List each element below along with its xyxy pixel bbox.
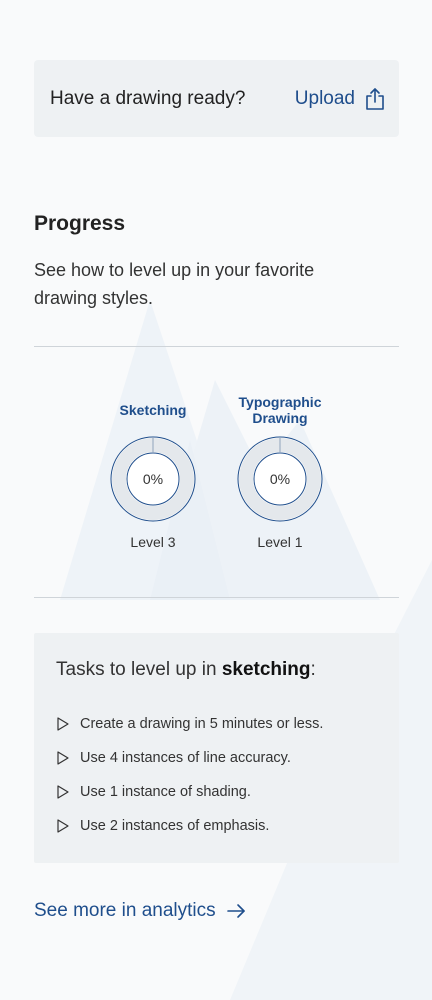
task-text: Use 1 instance of shading. — [80, 784, 251, 800]
task-item: Use 4 instances of line accuracy. — [56, 741, 377, 775]
triangle-play-icon — [57, 751, 69, 765]
analytics-link-label: See more in analytics — [34, 900, 216, 921]
progress-title: Progress — [34, 212, 126, 235]
task-text: Create a drawing in 5 minutes or less. — [80, 716, 324, 732]
upload-prompt: Have a drawing ready? — [50, 87, 246, 109]
triangle-play-icon — [57, 819, 69, 833]
skill-name: Typographic Drawing — [238, 394, 322, 426]
upload-card: Have a drawing ready? Upload — [34, 60, 399, 137]
task-item: Create a drawing in 5 minutes or less. — [56, 707, 377, 741]
task-item: Use 1 instance of shading. — [56, 775, 377, 809]
upload-label: Upload — [294, 87, 355, 109]
arrow-right-icon — [226, 904, 245, 918]
skill-percent: 0% — [270, 471, 290, 487]
skill-name: Sketching — [119, 402, 187, 418]
skill-sketching[interactable]: Sketching 0% Level 3 — [88, 402, 218, 550]
share-upload-icon — [366, 87, 384, 110]
tasks-heading: Tasks to level up in sketching: — [56, 659, 377, 681]
upload-button[interactable]: Upload — [295, 87, 385, 111]
tasks-heading-prefix: Tasks to level up in — [56, 659, 222, 680]
progress-ring: 0% — [110, 436, 196, 522]
tasks-card: Tasks to level up in sketching: Create a… — [34, 633, 399, 863]
task-text: Use 2 instances of emphasis. — [80, 818, 270, 834]
analytics-link[interactable]: See more in analytics — [34, 900, 246, 922]
triangle-play-icon — [57, 717, 69, 731]
skill-percent: 0% — [143, 471, 163, 487]
skill-typographic-drawing[interactable]: Typographic Drawing 0% Level 1 — [215, 394, 345, 550]
tasks-heading-skill: sketching — [221, 659, 311, 680]
skill-level: Level 1 — [257, 534, 303, 550]
progress-description: See how to level up in your favorite dra… — [34, 260, 315, 308]
divider-bottom — [34, 597, 399, 598]
divider-top — [34, 346, 399, 347]
progress-ring: 0% — [237, 436, 323, 522]
tasks-heading-suffix: : — [310, 659, 316, 680]
task-item: Use 2 instances of emphasis. — [56, 809, 377, 843]
skill-level: Level 3 — [130, 534, 176, 550]
triangle-play-icon — [57, 785, 69, 799]
task-text: Use 4 instances of line accuracy. — [80, 750, 291, 766]
